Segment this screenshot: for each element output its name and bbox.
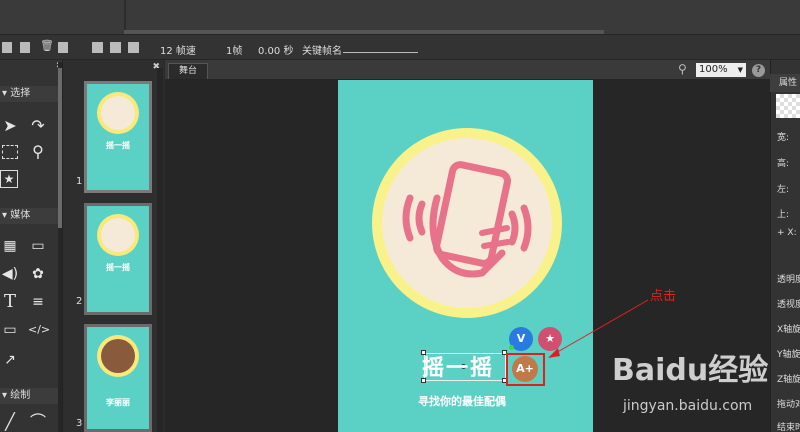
- opacity-label: 透明度: [777, 275, 800, 285]
- frame-label: 1帧: [226, 46, 243, 57]
- transform-tool-icon[interactable]: [2, 145, 18, 159]
- seconds-label: 0.00 秒: [258, 46, 294, 57]
- background-swatch[interactable]: [776, 94, 800, 118]
- text-tool-icon[interactable]: T: [0, 292, 20, 312]
- code-icon[interactable]: </>: [28, 320, 50, 340]
- fps-label[interactable]: 12 帧速: [160, 42, 196, 57]
- thumbnail-title: 摇一摇: [106, 141, 130, 150]
- page-thumbnail[interactable]: 李丽丽: [84, 324, 152, 432]
- zoom-value: 100%: [699, 64, 728, 75]
- timeline-area: [0, 0, 800, 34]
- paragraph-icon[interactable]: ≡: [28, 292, 48, 312]
- chevron-down-icon: ▼: [737, 66, 743, 74]
- thumbnail-logo: [97, 214, 139, 256]
- copy-frame-icon[interactable]: [20, 42, 30, 53]
- tab-stage[interactable]: 舞台: [168, 63, 208, 79]
- section-media[interactable]: ▾ 媒体: [0, 208, 58, 224]
- help-button[interactable]: ?: [752, 64, 765, 77]
- shake-logo-inner: [382, 138, 552, 308]
- zoom-select[interactable]: 100% ▼: [696, 63, 746, 77]
- x-rotation-label: X轴旋: [777, 325, 800, 335]
- paste-frame-icon[interactable]: [58, 42, 68, 53]
- keyframe-icon[interactable]: [110, 42, 121, 53]
- pages-scrollbar[interactable]: [157, 68, 163, 432]
- subselect-tool-icon[interactable]: ↷: [28, 116, 48, 136]
- page-number: 3: [76, 418, 83, 429]
- star-tool-icon[interactable]: ★: [0, 170, 18, 188]
- main-title-text[interactable]: 摇一摇: [422, 350, 512, 381]
- blank-keyframe-icon[interactable]: [128, 42, 139, 53]
- video-icon[interactable]: ✿: [28, 264, 48, 284]
- timeline-toolbar: 🗑 12 帧速 1帧 0.00 秒 关键帧名: [0, 34, 800, 60]
- perspective-label: 透视度: [777, 300, 800, 310]
- slides-icon[interactable]: ▭: [0, 320, 20, 340]
- page-number: 1: [76, 176, 83, 187]
- keyframe-name-input[interactable]: [343, 52, 418, 53]
- watermark-brand: Baidu经验: [612, 353, 769, 388]
- section-select-label: 选择: [10, 88, 31, 99]
- delete-frame-icon[interactable]: 🗑: [40, 39, 54, 52]
- y-rotation-label: Y轴旋: [777, 350, 800, 360]
- end-time-label: 结束时: [777, 423, 800, 432]
- frame-icon[interactable]: [92, 42, 103, 53]
- annotation-label: 点击: [650, 289, 677, 304]
- zoom-icon[interactable]: ⚲: [678, 62, 687, 76]
- shake-logo[interactable]: [372, 128, 562, 318]
- page-number: 2: [76, 296, 83, 307]
- thumbnail-title: 李丽丽: [106, 398, 130, 407]
- line-tool-icon[interactable]: ╱: [0, 412, 20, 432]
- curve-tool-icon[interactable]: ⌒: [28, 412, 48, 432]
- hand-phone-icon: [402, 161, 532, 278]
- thumbnail-logo: [97, 92, 139, 134]
- top-label: 上:: [777, 210, 790, 220]
- drag-label: 拖动对: [777, 400, 800, 410]
- keyframe-name-label: 关键帧名: [302, 46, 342, 57]
- pointer-tool-icon[interactable]: ➤: [0, 116, 20, 136]
- z-rotation-label: Z轴旋: [777, 375, 800, 385]
- width-label: 宽:: [777, 133, 790, 143]
- thumbnail-title: 摇一摇: [106, 263, 130, 272]
- main-subtitle-text[interactable]: 寻找你的最佳配偶: [418, 393, 506, 409]
- watermark-url: jingyan.baidu.com: [623, 398, 753, 414]
- x-label: + X:: [777, 228, 797, 238]
- baidu-watermark: Baidu经验: [612, 345, 768, 389]
- chart-icon[interactable]: ↗: [0, 350, 20, 370]
- zoom-tool-icon[interactable]: ⚲: [28, 142, 48, 162]
- audio-icon[interactable]: ◀): [0, 264, 20, 284]
- left-label: 左:: [777, 185, 790, 195]
- section-media-label: 媒体: [10, 210, 31, 221]
- page-thumbnail[interactable]: 摇一摇: [84, 81, 152, 193]
- height-label: 高:: [777, 159, 790, 169]
- grid-icon[interactable]: ▦: [0, 236, 20, 256]
- timeline-divider: [124, 0, 126, 34]
- thumbnail-avatar: [97, 335, 139, 377]
- properties-title: 属性: [770, 74, 800, 92]
- section-draw-label: 绘制: [10, 390, 31, 401]
- image-icon[interactable]: ▭: [28, 236, 48, 256]
- section-select[interactable]: ▾ 选择: [0, 86, 58, 102]
- new-frame-icon[interactable]: [2, 42, 12, 53]
- section-draw[interactable]: ▾ 绘制: [0, 388, 58, 404]
- page-thumbnail[interactable]: 摇一摇: [84, 203, 152, 315]
